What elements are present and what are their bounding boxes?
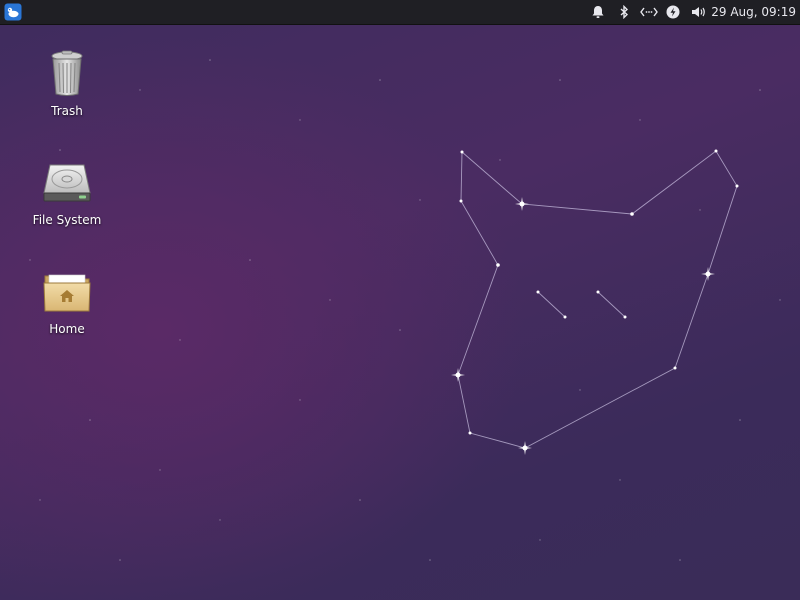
bluetooth-button[interactable]	[614, 0, 634, 24]
hard-drive-icon	[43, 164, 91, 202]
xfce-menu-icon	[4, 3, 22, 21]
xfce-menu-button[interactable]	[3, 2, 23, 22]
desktop-icon-label: Trash	[51, 104, 83, 118]
clock[interactable]: 29 Aug, 09:19	[711, 0, 796, 24]
bluetooth-icon	[620, 5, 629, 19]
volume-button[interactable]	[688, 0, 710, 24]
desktop-icon-home[interactable]: Home	[19, 266, 115, 336]
trash-icon	[51, 50, 83, 96]
network-button[interactable]	[638, 0, 660, 24]
home-folder-icon	[43, 274, 91, 312]
wallpaper-constellation	[29, 59, 781, 561]
desktop-icon-trash[interactable]: Trash	[19, 48, 115, 118]
desktop-icon-label: Home	[49, 322, 85, 336]
top-panel: 29 Aug, 09:19	[0, 0, 800, 25]
network-icon	[640, 7, 658, 17]
volume-icon	[692, 7, 705, 17]
power-icon	[666, 5, 680, 19]
desktop-icon-label: File System	[32, 213, 102, 227]
power-button[interactable]	[663, 0, 683, 24]
notifications-button[interactable]	[588, 0, 608, 24]
notification-bell-icon	[592, 6, 604, 18]
desktop-icon-file-system[interactable]: File System	[19, 157, 115, 227]
